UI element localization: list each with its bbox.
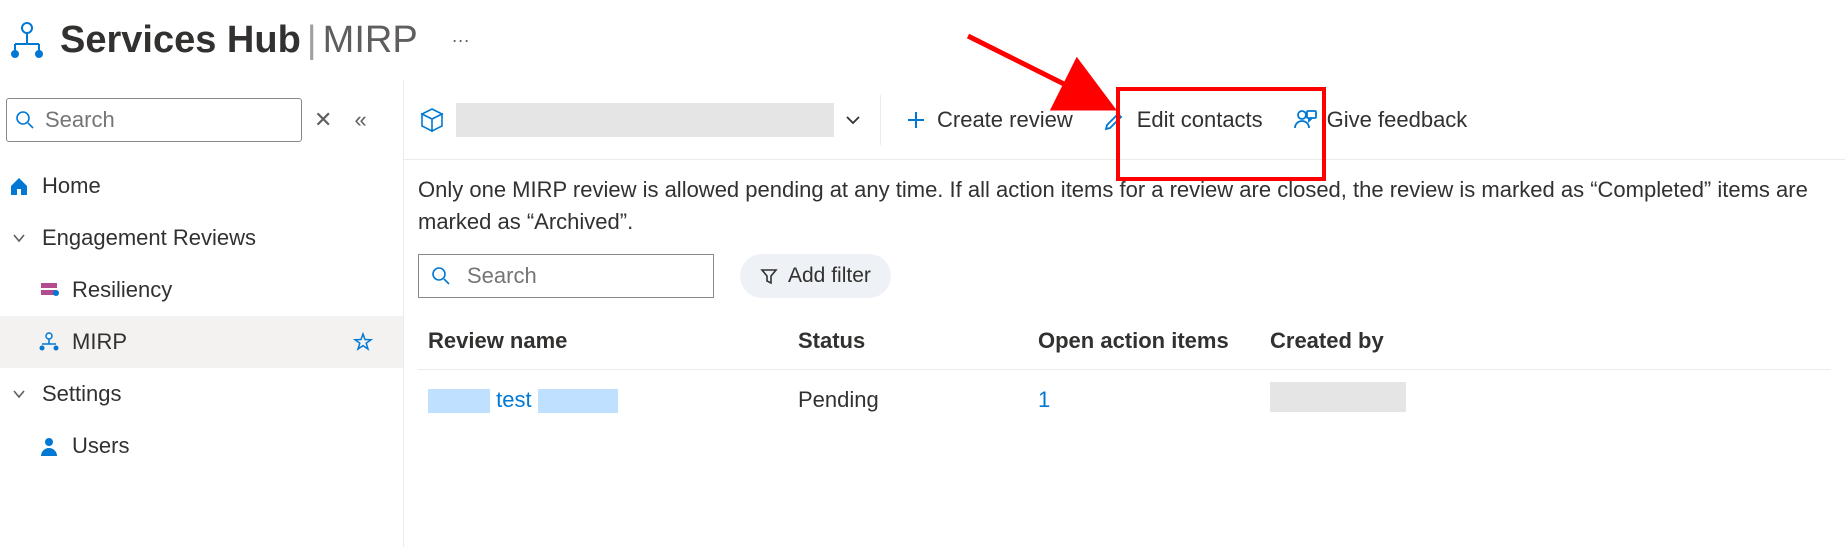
redacted-text	[1270, 382, 1406, 412]
col-header-open[interactable]: Open action items	[1038, 328, 1270, 354]
sidebar-item-resiliency[interactable]: Resiliency	[0, 264, 403, 316]
user-icon	[34, 435, 64, 457]
chevron-down-icon	[4, 230, 34, 246]
open-items-link[interactable]: 1	[1038, 387, 1270, 413]
sidebar-item-label: MIRP	[72, 329, 127, 355]
home-icon	[4, 175, 34, 197]
table-header-row: Review name Status Open action items Cre…	[418, 314, 1831, 370]
clear-search-icon[interactable]: ✕	[314, 107, 332, 133]
review-name-text: test	[496, 387, 531, 412]
collapse-sidebar-icon[interactable]: «	[354, 107, 366, 133]
favorite-icon[interactable]	[353, 332, 373, 352]
sidebar-search-input[interactable]	[41, 107, 301, 133]
sidebar-item-label: Home	[42, 173, 101, 199]
resource-selector[interactable]	[418, 103, 862, 137]
sidebar-item-label: Users	[72, 433, 129, 459]
more-icon[interactable]: ···	[452, 30, 470, 51]
filter-row: Add filter	[404, 246, 1845, 314]
col-header-status[interactable]: Status	[798, 328, 1038, 354]
search-icon	[419, 266, 461, 286]
sidebar-item-mirp[interactable]: MIRP	[0, 316, 403, 368]
sidebar-item-settings[interactable]: Settings	[0, 368, 403, 420]
sidebar-item-users[interactable]: Users	[0, 420, 403, 472]
redacted-resource-name	[456, 103, 834, 137]
chevron-down-icon	[4, 386, 34, 402]
table-search-input[interactable]	[461, 263, 713, 289]
hierarchy-icon	[6, 20, 48, 60]
chevron-down-icon	[844, 111, 862, 129]
annotation-arrow	[960, 28, 1130, 128]
resource-dropdown[interactable]	[456, 103, 862, 137]
hierarchy-icon	[34, 331, 64, 353]
cube-icon	[418, 106, 446, 134]
sidebar: ✕ « Home Engagement Reviews Resiliency	[0, 80, 404, 547]
title-secondary: MIRP	[323, 19, 418, 61]
add-filter-label: Add filter	[788, 264, 871, 288]
redacted-text	[428, 389, 490, 413]
sidebar-search-row: ✕ «	[0, 90, 403, 160]
table-row[interactable]: test Pending 1	[418, 370, 1831, 430]
col-header-name[interactable]: Review name	[418, 328, 798, 354]
reviews-table: Review name Status Open action items Cre…	[404, 314, 1845, 430]
sidebar-item-home[interactable]: Home	[0, 160, 403, 212]
title-primary: Services Hub	[60, 19, 301, 61]
col-header-created[interactable]: Created by	[1270, 328, 1831, 354]
page-title: Services Hub|MIRP	[60, 19, 418, 62]
sidebar-item-engagement-reviews[interactable]: Engagement Reviews	[0, 212, 403, 264]
search-icon	[7, 110, 41, 130]
created-by	[1270, 382, 1831, 418]
table-search[interactable]	[418, 254, 714, 298]
toolbar-action-label: Give feedback	[1327, 107, 1468, 133]
annotation-highlight-box	[1116, 87, 1326, 181]
resiliency-icon	[34, 279, 64, 301]
add-filter-button[interactable]: Add filter	[740, 254, 891, 298]
toolbar-divider	[880, 95, 881, 145]
sidebar-search[interactable]	[6, 98, 302, 142]
redacted-text	[538, 389, 618, 413]
sidebar-item-label: Resiliency	[72, 277, 172, 303]
plus-icon	[905, 109, 927, 131]
review-name-link[interactable]: test	[418, 387, 798, 413]
page-header: Services Hub|MIRP ···	[0, 0, 1845, 80]
review-status: Pending	[798, 387, 1038, 413]
funnel-icon	[760, 267, 778, 285]
sidebar-item-label: Engagement Reviews	[42, 225, 256, 251]
sidebar-item-label: Settings	[42, 381, 122, 407]
